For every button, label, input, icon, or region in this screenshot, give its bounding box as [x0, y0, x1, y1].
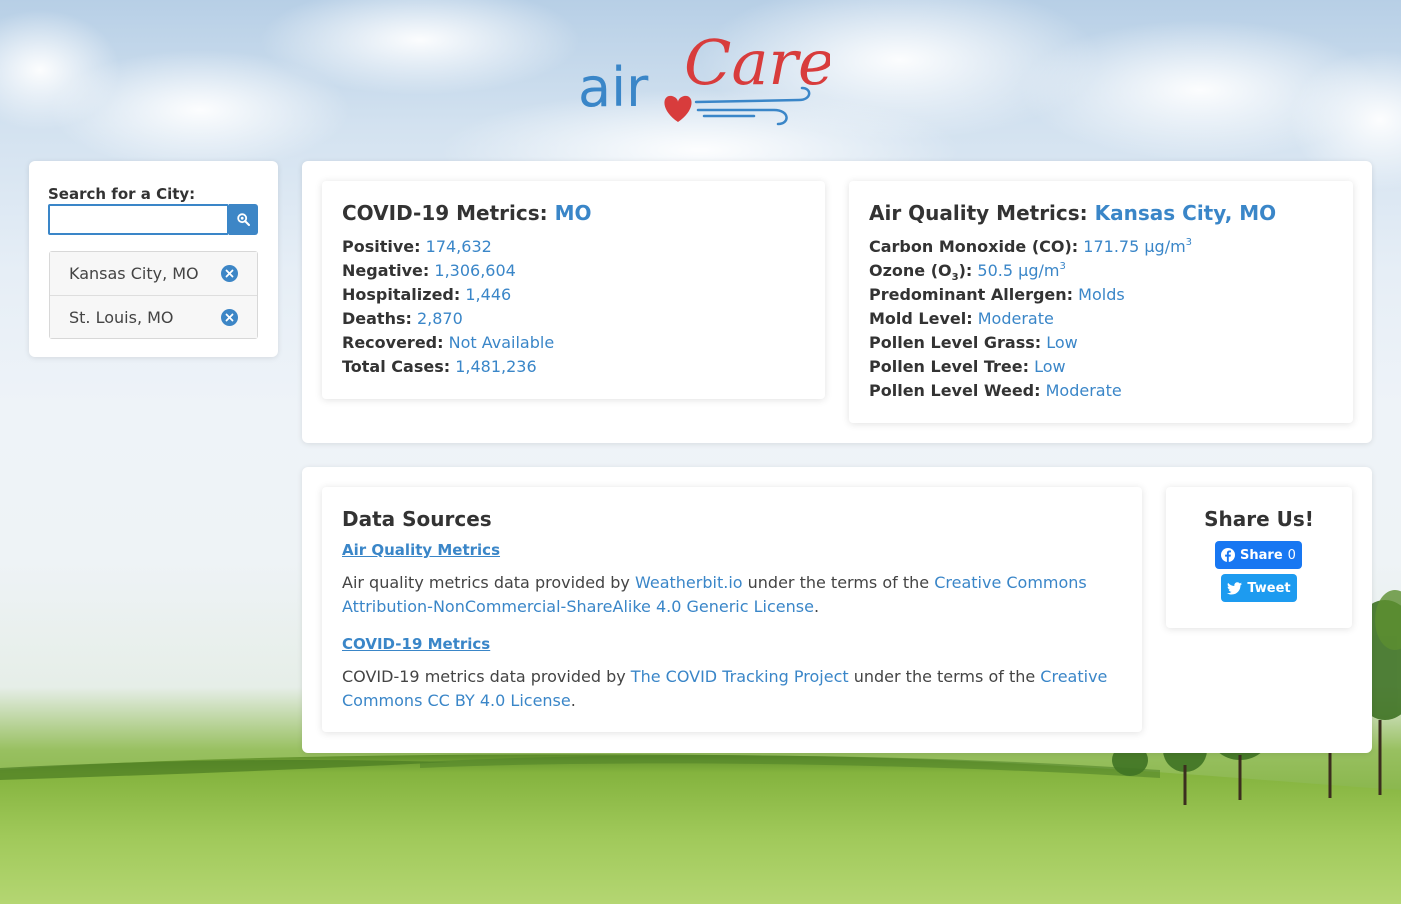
source-text: .	[570, 691, 576, 710]
unit-exponent: 3	[1059, 261, 1066, 272]
metric-value: 174,632	[425, 237, 492, 256]
metric-value: 50.5 µg/m3	[977, 261, 1065, 280]
logo-care-text: Care	[684, 26, 830, 99]
heart-icon	[664, 95, 692, 122]
air-quality-title: Air Quality Metrics: Kansas City, MO	[869, 201, 1276, 225]
metric-pollen-weed: Pollen Level Weed: Moderate	[869, 379, 1192, 403]
covid-source-text: COVID-19 metrics data provided by The CO…	[342, 665, 1122, 713]
metric-label: Pollen Level Grass:	[869, 333, 1042, 352]
search-icon	[237, 213, 250, 226]
city-search-input[interactable]	[48, 204, 229, 235]
metric-label: Positive:	[342, 237, 421, 256]
city-name: St. Louis, MO	[69, 307, 174, 327]
metric-value: Low	[1046, 333, 1078, 352]
share-title: Share Us!	[1204, 507, 1314, 531]
ozone-label-suffix: ):	[958, 261, 973, 280]
metric-label: Total Cases:	[342, 357, 451, 376]
metric-positive: Positive: 174,632	[342, 235, 554, 259]
aircare-logo[interactable]: air Care	[574, 26, 835, 134]
metric-predominant-allergen: Predominant Allergen: Molds	[869, 283, 1192, 307]
source-text: under the terms of the	[742, 573, 935, 592]
source-text: Air quality metrics data provided by	[342, 573, 635, 592]
metric-label: Mold Level:	[869, 309, 973, 328]
metric-value: 1,306,604	[434, 261, 516, 280]
air-quality-city: Kansas City, MO	[1094, 201, 1277, 225]
metric-label: Pollen Level Weed:	[869, 381, 1041, 400]
city-name: Kansas City, MO	[69, 264, 199, 283]
metric-label: Pollen Level Tree:	[869, 357, 1030, 376]
metric-label: Recovered:	[342, 333, 444, 352]
metric-value: Low	[1034, 357, 1066, 376]
metric-label: Negative:	[342, 261, 430, 280]
metric-value: 1,481,236	[455, 357, 537, 376]
list-item[interactable]: St. Louis, MO	[50, 295, 257, 338]
ozone-label-prefix: Ozone (O	[869, 261, 952, 280]
metric-value: Not Available	[448, 333, 555, 352]
metric-value: 171.75 µg/m3	[1083, 237, 1192, 256]
metric-value: 1,446	[465, 285, 512, 304]
logo-air-text: air	[578, 56, 649, 119]
background-landscape	[0, 0, 1401, 904]
co-value: 171.75 µg/m	[1083, 237, 1186, 256]
metric-recovered: Recovered: Not Available	[342, 331, 554, 355]
facebook-share-label: Share	[1240, 547, 1283, 563]
remove-city-button[interactable]	[221, 308, 238, 326]
metric-carbon-monoxide: Carbon Monoxide (CO): 171.75 µg/m3	[869, 235, 1192, 259]
covid-tracking-project-link[interactable]: The COVID Tracking Project	[631, 667, 849, 686]
metric-value: Molds	[1078, 285, 1125, 304]
ozone-value: 50.5 µg/m	[977, 261, 1060, 280]
list-item[interactable]: Kansas City, MO	[50, 252, 257, 295]
search-panel: Search for a City: Kansas City, MO St. L…	[29, 161, 278, 357]
metric-deaths: Deaths: 2,870	[342, 307, 554, 331]
air-quality-card: Air Quality Metrics: Kansas City, MO Car…	[849, 181, 1353, 423]
search-button[interactable]	[229, 204, 258, 235]
air-quality-metrics-list: Carbon Monoxide (CO): 171.75 µg/m3 Ozone…	[869, 235, 1192, 403]
data-sources-title: Data Sources	[342, 507, 492, 531]
metric-label: Hospitalized:	[342, 285, 461, 304]
metric-pollen-tree: Pollen Level Tree: Low	[869, 355, 1192, 379]
metric-value: Moderate	[977, 309, 1054, 328]
facebook-share-button[interactable]: Share 0	[1215, 541, 1302, 569]
metric-ozone: Ozone (O3): 50.5 µg/m3	[869, 259, 1192, 283]
metric-negative: Negative: 1,306,604	[342, 259, 554, 283]
twitter-bird-icon	[1227, 581, 1243, 594]
remove-city-button[interactable]	[221, 265, 238, 282]
metric-pollen-grass: Pollen Level Grass: Low	[869, 331, 1192, 355]
covid-metrics-card: COVID-19 Metrics: MO Positive: 174,632 N…	[322, 181, 825, 399]
metric-value: Moderate	[1045, 381, 1122, 400]
metric-hospitalized: Hospitalized: 1,446	[342, 283, 554, 307]
covid-state: MO	[554, 201, 592, 225]
data-sources-card: Data Sources Air Quality Metrics Air qua…	[322, 487, 1142, 732]
metric-value: 2,870	[416, 309, 463, 328]
covid-title: COVID-19 Metrics: MO	[342, 201, 592, 225]
covid-metrics-link[interactable]: COVID-19 Metrics	[342, 635, 490, 653]
ozone-subscript: 3	[951, 272, 959, 283]
saved-cities-list: Kansas City, MO St. Louis, MO	[49, 251, 258, 339]
unit-exponent: 3	[1185, 237, 1193, 248]
source-text: .	[813, 597, 820, 616]
metric-label: Carbon Monoxide (CO):	[869, 237, 1079, 256]
covid-title-label: COVID-19 Metrics:	[342, 201, 548, 225]
air-quality-title-label: Air Quality Metrics:	[869, 201, 1088, 225]
covid-metrics-list: Positive: 174,632 Negative: 1,306,604 Ho…	[342, 235, 554, 379]
close-icon	[225, 313, 234, 321]
weatherbit-link[interactable]: Weatherbit.io	[635, 573, 743, 592]
facebook-icon	[1221, 548, 1236, 562]
metric-label: Predominant Allergen:	[869, 285, 1074, 304]
tweet-button[interactable]: Tweet	[1221, 574, 1297, 602]
air-quality-source-text: Air quality metrics data provided by Wea…	[342, 571, 1122, 619]
metric-total-cases: Total Cases: 1,481,236	[342, 355, 554, 379]
search-label: Search for a City:	[48, 185, 196, 203]
source-text: under the terms of the	[848, 667, 1041, 686]
metric-mold-level: Mold Level: Moderate	[869, 307, 1192, 331]
metric-label: Deaths:	[342, 309, 412, 328]
facebook-share-count: 0	[1287, 547, 1296, 563]
metric-label: Ozone (O3):	[869, 261, 973, 283]
source-text: COVID-19 metrics data provided by	[342, 667, 631, 686]
air-quality-metrics-link[interactable]: Air Quality Metrics	[342, 541, 500, 559]
tweet-label: Tweet	[1247, 580, 1291, 596]
share-card: Share Us! Share 0 Tweet	[1166, 487, 1352, 628]
close-icon	[225, 269, 234, 278]
